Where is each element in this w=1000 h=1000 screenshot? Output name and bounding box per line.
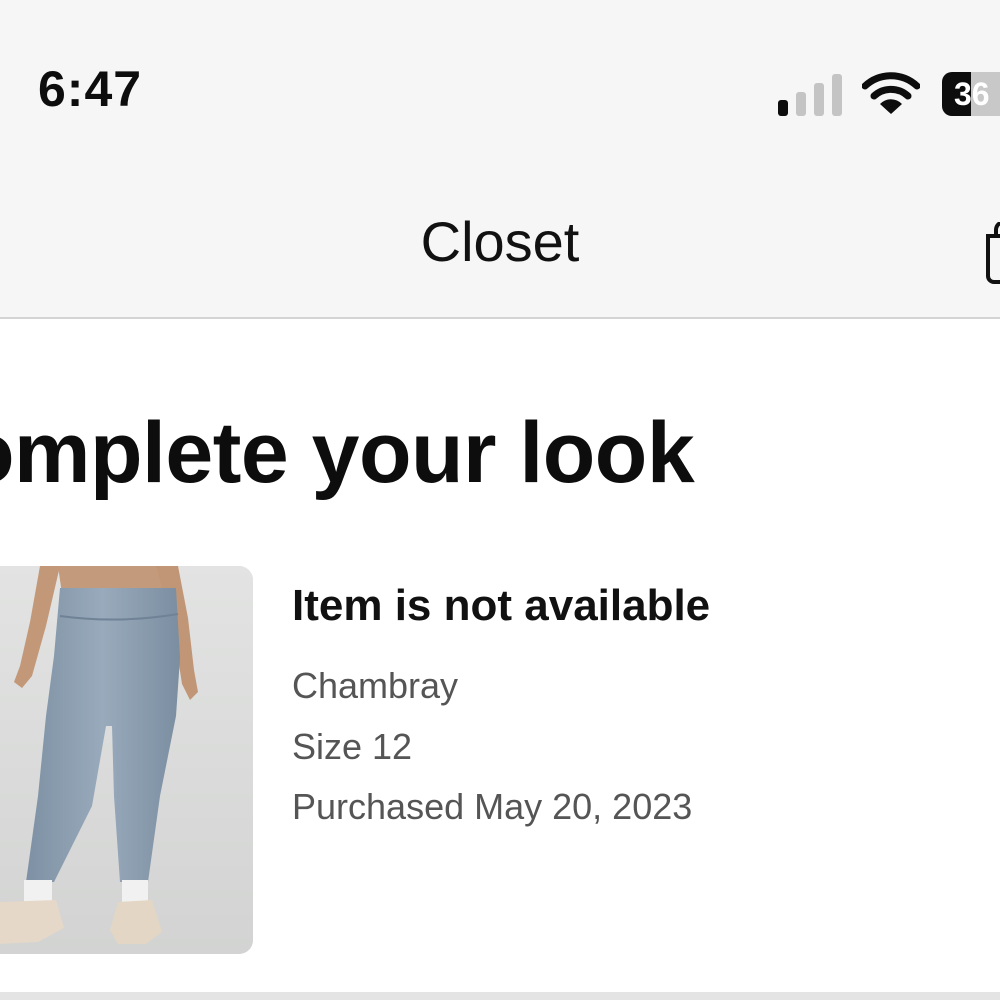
leggings-product-image[interactable] xyxy=(0,566,253,954)
battery-level-text: 36 xyxy=(954,76,990,112)
product-card[interactable]: Item is not available Chambray Size 12 P… xyxy=(0,566,1000,956)
product-info: Item is not available Chambray Size 12 P… xyxy=(292,581,972,845)
cellular-signal-icon xyxy=(778,74,842,116)
status-time: 6:47 xyxy=(38,61,143,117)
product-size: Size 12 xyxy=(292,725,413,767)
product-purchase-date: Purchased May 20, 2023 xyxy=(292,785,693,827)
page-title: Closet xyxy=(420,210,580,273)
leggings-illustration xyxy=(0,566,253,954)
wifi-icon xyxy=(862,72,920,114)
product-availability-status: Item is not available xyxy=(292,581,711,630)
section-title: omplete your look xyxy=(0,405,695,501)
top-bar: 6:47 36 Closet xyxy=(0,0,1000,319)
shopping-bag-icon[interactable] xyxy=(982,222,1000,284)
closet-screen: 6:47 36 Closet omplete your look Item is… xyxy=(0,0,1000,1000)
battery-icon: 36 xyxy=(942,72,1000,116)
divider xyxy=(0,992,1000,1000)
product-color: Chambray xyxy=(292,665,459,707)
